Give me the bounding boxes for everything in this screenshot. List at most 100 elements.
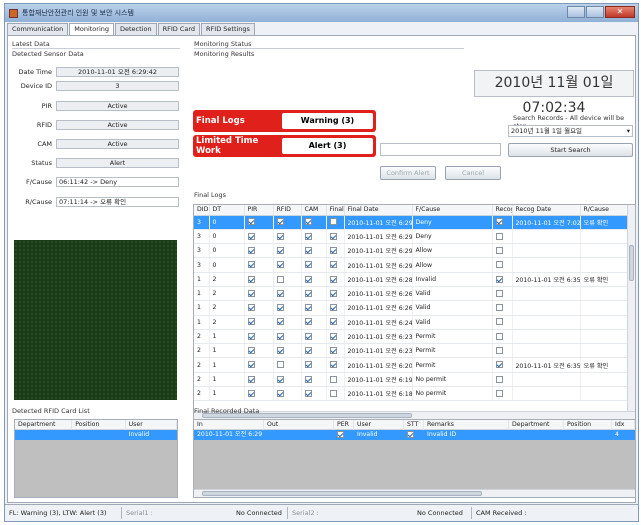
final-checkbox[interactable] bbox=[329, 389, 337, 397]
final-checkbox[interactable] bbox=[329, 218, 337, 226]
recog-checkbox[interactable] bbox=[495, 389, 503, 397]
scroll-thumb[interactable] bbox=[629, 245, 634, 281]
recog-checkbox[interactable] bbox=[495, 375, 503, 383]
cam-checkbox[interactable] bbox=[304, 289, 312, 297]
column-header[interactable]: DID bbox=[194, 205, 210, 216]
tab-detection[interactable]: Detection bbox=[115, 23, 157, 35]
rfid-checkbox[interactable] bbox=[276, 289, 284, 297]
column-header[interactable]: PIR bbox=[244, 205, 274, 216]
rfid-checkbox[interactable] bbox=[276, 218, 284, 226]
column-header[interactable]: DT bbox=[209, 205, 245, 216]
rfid-checkbox[interactable] bbox=[276, 232, 284, 240]
pir-checkbox[interactable] bbox=[247, 246, 255, 254]
recog-checkbox[interactable] bbox=[495, 232, 503, 240]
final-checkbox[interactable] bbox=[329, 261, 337, 269]
final-logs-table[interactable]: DID DT PIR RFID CAM Final Final Date F/Cause Rec… bbox=[193, 204, 636, 420]
column-header[interactable]: F/Cause bbox=[412, 205, 493, 216]
column-header[interactable]: Final Date bbox=[344, 205, 413, 216]
maximize-button[interactable] bbox=[586, 6, 604, 18]
minimize-button[interactable] bbox=[567, 6, 585, 18]
table-row[interactable]: 2 1 2010-11-01 오전 6:20 Permit 2010-11-01 오전 … bbox=[194, 357, 630, 373]
column-header[interactable]: R/Cause bbox=[580, 205, 630, 216]
table-row[interactable]: 3 0 2010-11-01 오전 6:29 Deny bbox=[194, 229, 630, 245]
tab-communication[interactable]: Communication bbox=[7, 23, 69, 35]
final-checkbox[interactable] bbox=[329, 232, 337, 240]
pir-checkbox[interactable] bbox=[247, 375, 255, 383]
table-row[interactable]: 1 2 2010-11-01 오전 6:26 Valid bbox=[194, 300, 630, 316]
final-checkbox[interactable] bbox=[329, 289, 337, 297]
recog-checkbox[interactable] bbox=[495, 361, 503, 369]
cam-checkbox[interactable] bbox=[304, 261, 312, 269]
close-button[interactable]: ✕ bbox=[605, 6, 635, 18]
pir-checkbox[interactable] bbox=[247, 218, 255, 226]
pir-checkbox[interactable] bbox=[247, 389, 255, 397]
cam-checkbox[interactable] bbox=[304, 347, 312, 355]
cam-checkbox[interactable] bbox=[304, 389, 312, 397]
table-row[interactable]: 2 1 2010-11-01 오전 6:19 No permit bbox=[194, 372, 630, 388]
stt-checkbox[interactable] bbox=[407, 430, 414, 438]
horizontal-scrollbar[interactable] bbox=[194, 489, 635, 497]
horizontal-scrollbar[interactable] bbox=[194, 411, 635, 419]
final-checkbox[interactable] bbox=[329, 347, 337, 355]
cancel-button[interactable]: Cancel bbox=[445, 166, 501, 180]
tab-rfid-card[interactable]: RFID Card bbox=[157, 23, 201, 35]
pir-checkbox[interactable] bbox=[247, 318, 255, 326]
final-checkbox[interactable] bbox=[329, 318, 337, 326]
recog-checkbox[interactable] bbox=[495, 289, 503, 297]
column-header[interactable]: CAM bbox=[301, 205, 327, 216]
final-checkbox[interactable] bbox=[329, 332, 337, 340]
calendar-dropdown-icon[interactable]: ▾ bbox=[627, 126, 630, 136]
vertical-scrollbar[interactable] bbox=[627, 205, 635, 419]
tab-rfid-settings[interactable]: RFID Settings bbox=[201, 23, 255, 35]
final-checkbox[interactable] bbox=[329, 375, 337, 383]
pir-checkbox[interactable] bbox=[247, 289, 255, 297]
cam-checkbox[interactable] bbox=[304, 232, 312, 240]
rfid-checkbox[interactable] bbox=[276, 246, 284, 254]
recog-checkbox[interactable] bbox=[495, 304, 503, 312]
pir-checkbox[interactable] bbox=[247, 361, 255, 369]
rfid-checkbox[interactable] bbox=[276, 261, 284, 269]
cam-checkbox[interactable] bbox=[304, 246, 312, 254]
recog-checkbox[interactable] bbox=[495, 218, 503, 226]
alert-input[interactable] bbox=[380, 143, 501, 156]
cam-checkbox[interactable] bbox=[304, 361, 312, 369]
rfid-checkbox[interactable] bbox=[276, 332, 284, 340]
start-search-button[interactable]: Start Search bbox=[508, 143, 633, 157]
table-row[interactable]: 2 1 2010-11-01 오전 6:23 Permit bbox=[194, 343, 630, 359]
recog-checkbox[interactable] bbox=[495, 261, 503, 269]
recorded-data-table[interactable]: In Out PER User STT Remarks Department P… bbox=[193, 419, 636, 498]
pir-checkbox[interactable] bbox=[247, 347, 255, 355]
recog-checkbox[interactable] bbox=[495, 246, 503, 254]
table-row[interactable]: 1 2 2010-11-01 오전 6:28 Invalid 2010-11-01 오전… bbox=[194, 272, 630, 287]
confirm-alert-button[interactable]: Confirm Alert bbox=[380, 166, 436, 180]
final-checkbox[interactable] bbox=[329, 304, 337, 312]
list-item[interactable]: Invalid bbox=[15, 430, 177, 440]
per-checkbox[interactable] bbox=[337, 430, 344, 438]
rfid-card-list[interactable]: Department Position User Invalid bbox=[14, 419, 178, 498]
table-row[interactable]: 2010-11-01 오전 6:29 Invalid Invalid ID 4 bbox=[194, 430, 635, 440]
table-row[interactable]: 2 1 2010-11-01 오전 6:23 Permit bbox=[194, 329, 630, 345]
final-checkbox[interactable] bbox=[329, 361, 337, 369]
rfid-checkbox[interactable] bbox=[276, 275, 284, 283]
pir-checkbox[interactable] bbox=[247, 261, 255, 269]
rfid-checkbox[interactable] bbox=[276, 361, 284, 369]
final-checkbox[interactable] bbox=[329, 246, 337, 254]
cam-checkbox[interactable] bbox=[304, 304, 312, 312]
cam-checkbox[interactable] bbox=[304, 318, 312, 326]
final-checkbox[interactable] bbox=[329, 275, 337, 283]
recog-checkbox[interactable] bbox=[495, 332, 503, 340]
table-row[interactable]: 3 0 2010-11-01 오전 6:29 Deny 2010-11-01 오전 7:… bbox=[194, 215, 630, 230]
scroll-thumb[interactable] bbox=[202, 491, 482, 496]
table-row[interactable]: 2 1 2010-11-01 오전 6:18 No permit bbox=[194, 386, 630, 402]
rfid-checkbox[interactable] bbox=[276, 375, 284, 383]
pir-checkbox[interactable] bbox=[247, 304, 255, 312]
rfid-checkbox[interactable] bbox=[276, 389, 284, 397]
table-row[interactable]: 1 2 2010-11-01 오전 6:24 Valid bbox=[194, 315, 630, 330]
table-row[interactable]: 1 2 2010-11-01 오전 6:26 Valid bbox=[194, 286, 630, 302]
table-row[interactable]: 3 0 2010-11-01 오전 6:29 Allow bbox=[194, 257, 630, 273]
recog-checkbox[interactable] bbox=[495, 318, 503, 326]
cam-checkbox[interactable] bbox=[304, 275, 312, 283]
column-header[interactable]: Recog bbox=[492, 205, 513, 216]
rfid-checkbox[interactable] bbox=[276, 304, 284, 312]
recog-checkbox[interactable] bbox=[495, 275, 503, 283]
